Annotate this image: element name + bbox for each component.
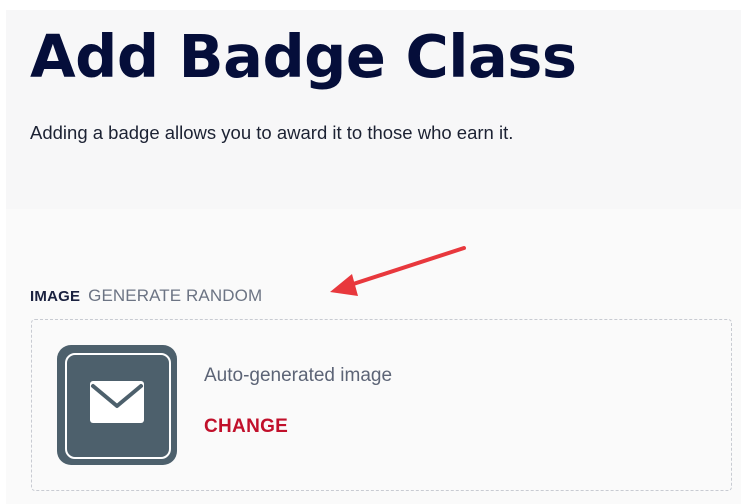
page-title: Add Badge Class bbox=[30, 22, 577, 91]
image-dropzone[interactable]: Auto-generated image CHANGE bbox=[31, 319, 732, 491]
image-caption: Auto-generated image bbox=[204, 365, 393, 386]
change-image-button[interactable]: CHANGE bbox=[204, 416, 288, 438]
page: Add Badge Class Adding a badge allows yo… bbox=[0, 0, 741, 504]
page-subtitle: Adding a badge allows you to award it to… bbox=[30, 122, 514, 143]
annotation-arrow-icon bbox=[330, 246, 466, 296]
image-field-label: IMAGE bbox=[30, 287, 81, 305]
envelope-icon bbox=[90, 381, 144, 423]
image-field-header: IMAGE GENERATE RANDOM bbox=[30, 285, 262, 307]
badge-image-thumbnail bbox=[57, 345, 177, 465]
generate-random-button[interactable]: GENERATE RANDOM bbox=[88, 286, 262, 306]
